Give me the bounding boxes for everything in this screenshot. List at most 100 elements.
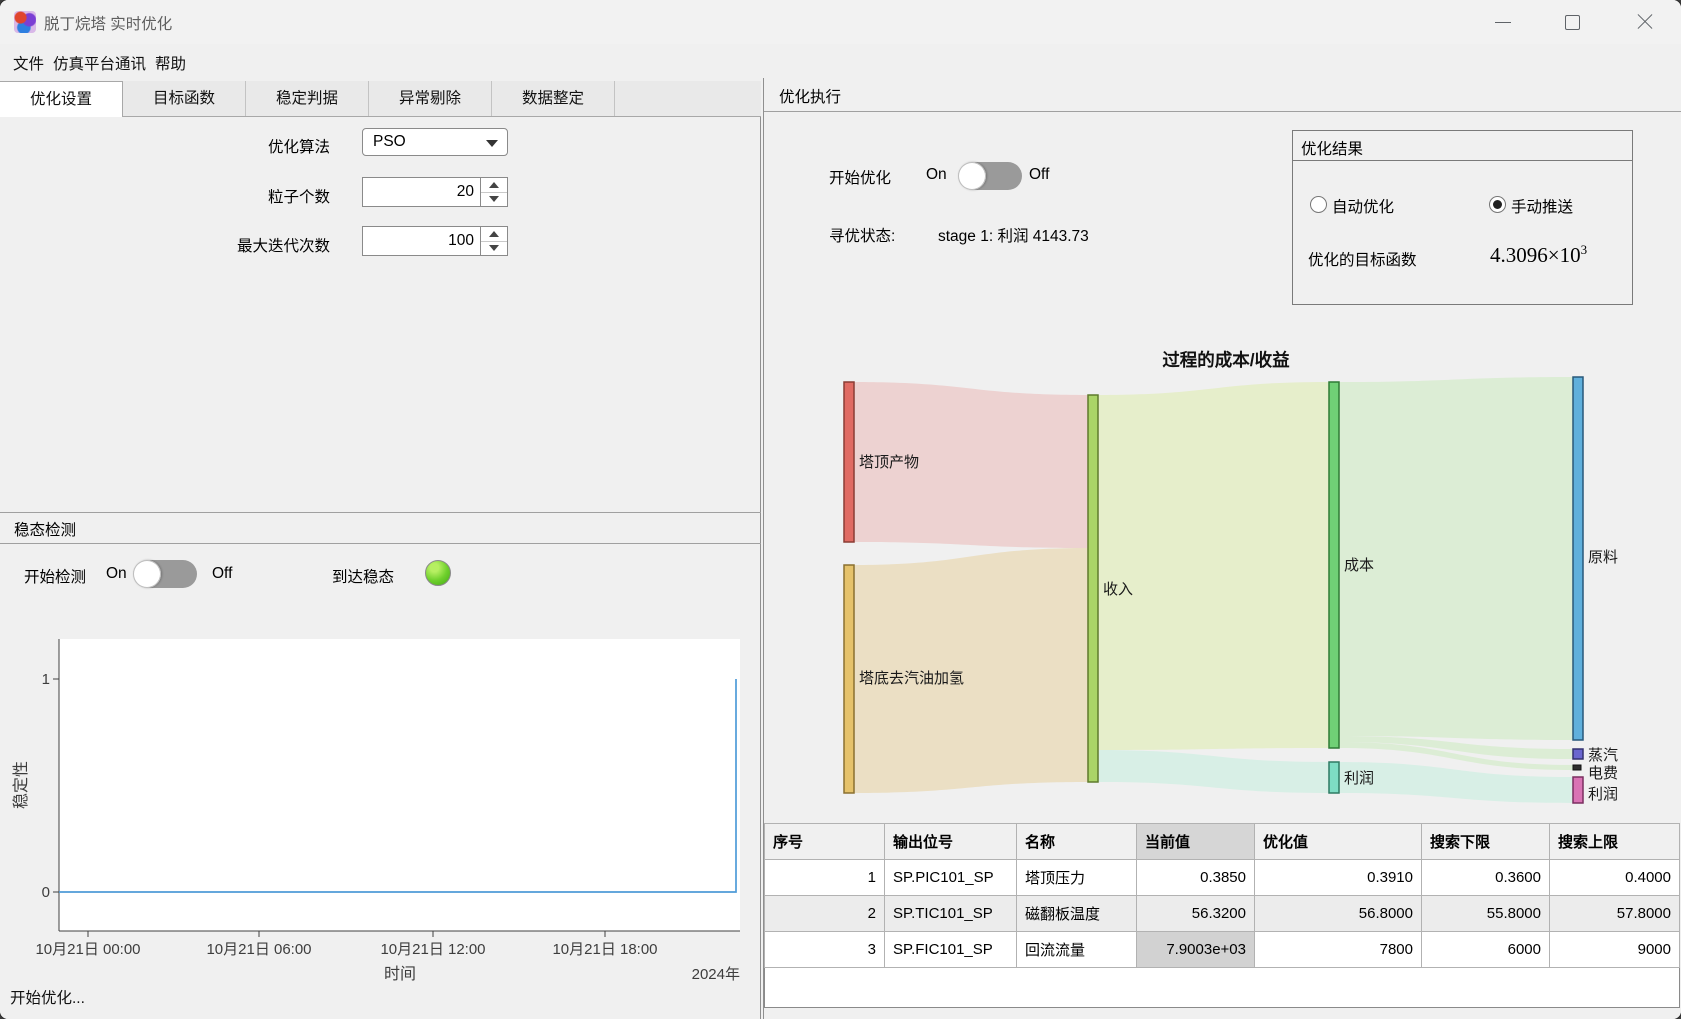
tab-stability-criterion[interactable]: 稳定判据 [246,81,369,116]
spinner-buttons [480,227,507,255]
cell-current-value[interactable]: 0.3850 [1137,860,1255,896]
sankey-label-profit-out: 利润 [1588,786,1618,803]
cell-current-value[interactable]: 7.9003e+03 [1137,932,1255,968]
node-income [1088,395,1098,782]
col-header-tag[interactable]: 输出位号 [885,824,1017,860]
stability-chart: 1 0 10月21日 00:00 10月21日 06:00 10月21日 12:… [0,599,761,986]
algorithm-label: 优化算法 [150,135,330,157]
start-detection-label: 开始检测 [24,565,86,587]
particle-count-spinner[interactable]: 20 [362,177,508,207]
max-iterations-spinner[interactable]: 100 [362,226,508,256]
cell-name[interactable]: 塔顶压力 [1017,860,1137,896]
cell-search-upper[interactable]: 57.8000 [1550,896,1680,932]
col-header-search-lower[interactable]: 搜索下限 [1422,824,1550,860]
cell-search-lower[interactable]: 55.8000 [1422,896,1550,932]
spinner-up-icon[interactable] [481,178,507,193]
tab-optimization-settings[interactable]: 优化设置 [0,81,123,117]
col-header-current-value[interactable]: 当前值 [1137,824,1255,860]
cell-name[interactable]: 磁翻板温度 [1017,896,1137,932]
manual-push-label: 手动推送 [1511,195,1573,217]
max-iterations-value: 100 [448,232,474,250]
auto-optimize-label: 自动优化 [1332,195,1394,217]
status-message: 开始优化... [10,986,85,1008]
table-header-row: 序号 输出位号 名称 当前值 优化值 搜索下限 搜索上限 [765,824,1680,860]
algorithm-dropdown[interactable]: PSO [362,128,508,156]
menu-sim-platform-comm[interactable]: 仿真平台通讯 [53,52,146,74]
sankey-label-bottoms: 塔底去汽油加氢 [859,670,964,687]
optimization-table[interactable]: 序号 输出位号 名称 当前值 优化值 搜索下限 搜索上限 1 SP.PIC101… [764,823,1680,1008]
menu-help[interactable]: 帮助 [155,52,186,74]
tab-data-tuning[interactable]: 数据整定 [492,81,615,116]
optimization-on-label: On [926,166,947,184]
node-cost [1329,382,1339,748]
sankey-label-cost: 成本 [1344,557,1374,574]
sankey-diagram: 塔顶产物 塔底去汽油加氢 收入 成本 利润 原料 蒸汽 电费 利润 [764,330,1681,815]
cell-optimized-value[interactable]: 7800 [1255,932,1422,968]
detection-off-label: Off [212,565,232,583]
detection-on-label: On [106,565,127,583]
cell-optimized-value[interactable]: 56.8000 [1255,896,1422,932]
spinner-up-icon[interactable] [481,227,507,242]
cell-current-value[interactable]: 56.3200 [1137,896,1255,932]
spinner-down-icon[interactable] [481,192,507,206]
cell-search-upper[interactable]: 0.4000 [1550,860,1680,896]
node-feedstock [1573,377,1583,740]
node-electricity [1573,765,1581,770]
search-status-value: stage 1: 利润 4143.73 [938,224,1089,246]
cell-search-lower[interactable]: 6000 [1422,932,1550,968]
minimize-button[interactable] [1474,0,1532,44]
node-top-product [844,382,854,542]
cell-name[interactable]: 回流流量 [1017,932,1137,968]
max-iterations-label: 最大迭代次数 [150,234,330,256]
result-box-title: 优化结果 [1301,137,1363,159]
sankey-label-income: 收入 [1103,581,1133,598]
divider [1293,160,1632,161]
tab-objective-function[interactable]: 目标函数 [123,81,246,116]
cell-search-upper[interactable]: 9000 [1550,932,1680,968]
flow-income-to-profit [1098,750,1329,793]
spinner-down-icon[interactable] [481,241,507,255]
table-row[interactable]: 3 SP.FIC101_SP 回流流量 7.9003e+03 7800 6000… [765,932,1680,968]
tab-outlier-removal[interactable]: 异常剔除 [369,81,492,116]
table-row[interactable]: 2 SP.TIC101_SP 磁翻板温度 56.3200 56.8000 55.… [765,896,1680,932]
x-axis-year-label: 2024年 [692,966,740,983]
node-bottoms-to-hydro [844,565,854,793]
cell-search-lower[interactable]: 0.3600 [1422,860,1550,896]
node-profit-out [1573,777,1583,803]
cell-tag[interactable]: SP.PIC101_SP [885,860,1017,896]
chevron-down-icon [486,140,498,147]
cell-tag[interactable]: SP.TIC101_SP [885,896,1017,932]
search-status-label: 寻优状态: [829,224,895,246]
col-header-name[interactable]: 名称 [1017,824,1137,860]
flow-income-to-cost [1098,382,1329,750]
optimization-off-label: Off [1029,166,1049,184]
optimization-toggle[interactable] [958,162,1022,190]
maximize-button[interactable] [1543,0,1601,44]
auto-optimize-radio[interactable] [1310,196,1327,213]
left-panel: 优化算法 PSO 粒子个数 20 最大迭代次数 100 稳态检测 开始检测 On [0,117,761,1019]
cell-tag[interactable]: SP.FIC101_SP [885,932,1017,968]
y-axis-label: 稳定性 [12,761,30,809]
close-button[interactable] [1616,0,1674,44]
x-tick-3: 10月21日 18:00 [552,941,657,958]
cell-index[interactable]: 3 [765,932,885,968]
node-steam [1573,749,1583,759]
objective-label: 优化的目标函数 [1308,248,1417,270]
col-header-index[interactable]: 序号 [765,824,885,860]
cell-optimized-value[interactable]: 0.3910 [1255,860,1422,896]
cell-index[interactable]: 1 [765,860,885,896]
table-row[interactable]: 1 SP.PIC101_SP 塔顶压力 0.3850 0.3910 0.3600… [765,860,1680,896]
node-profit-mid [1329,762,1339,793]
toggle-knob [133,560,161,588]
manual-push-radio[interactable] [1489,196,1506,213]
flow-cost-to-feedstock [1339,377,1573,740]
minimize-icon [1495,22,1511,23]
result-box: 优化结果 自动优化 手动推送 优化的目标函数 4.3096×103 [1292,130,1633,305]
menu-file[interactable]: 文件 [13,52,44,74]
cell-index[interactable]: 2 [765,896,885,932]
detection-toggle[interactable] [133,560,197,588]
sankey-label-steam: 蒸汽 [1588,747,1618,764]
col-header-optimized-value[interactable]: 优化值 [1255,824,1422,860]
col-header-search-upper[interactable]: 搜索上限 [1550,824,1680,860]
divider [0,543,761,544]
